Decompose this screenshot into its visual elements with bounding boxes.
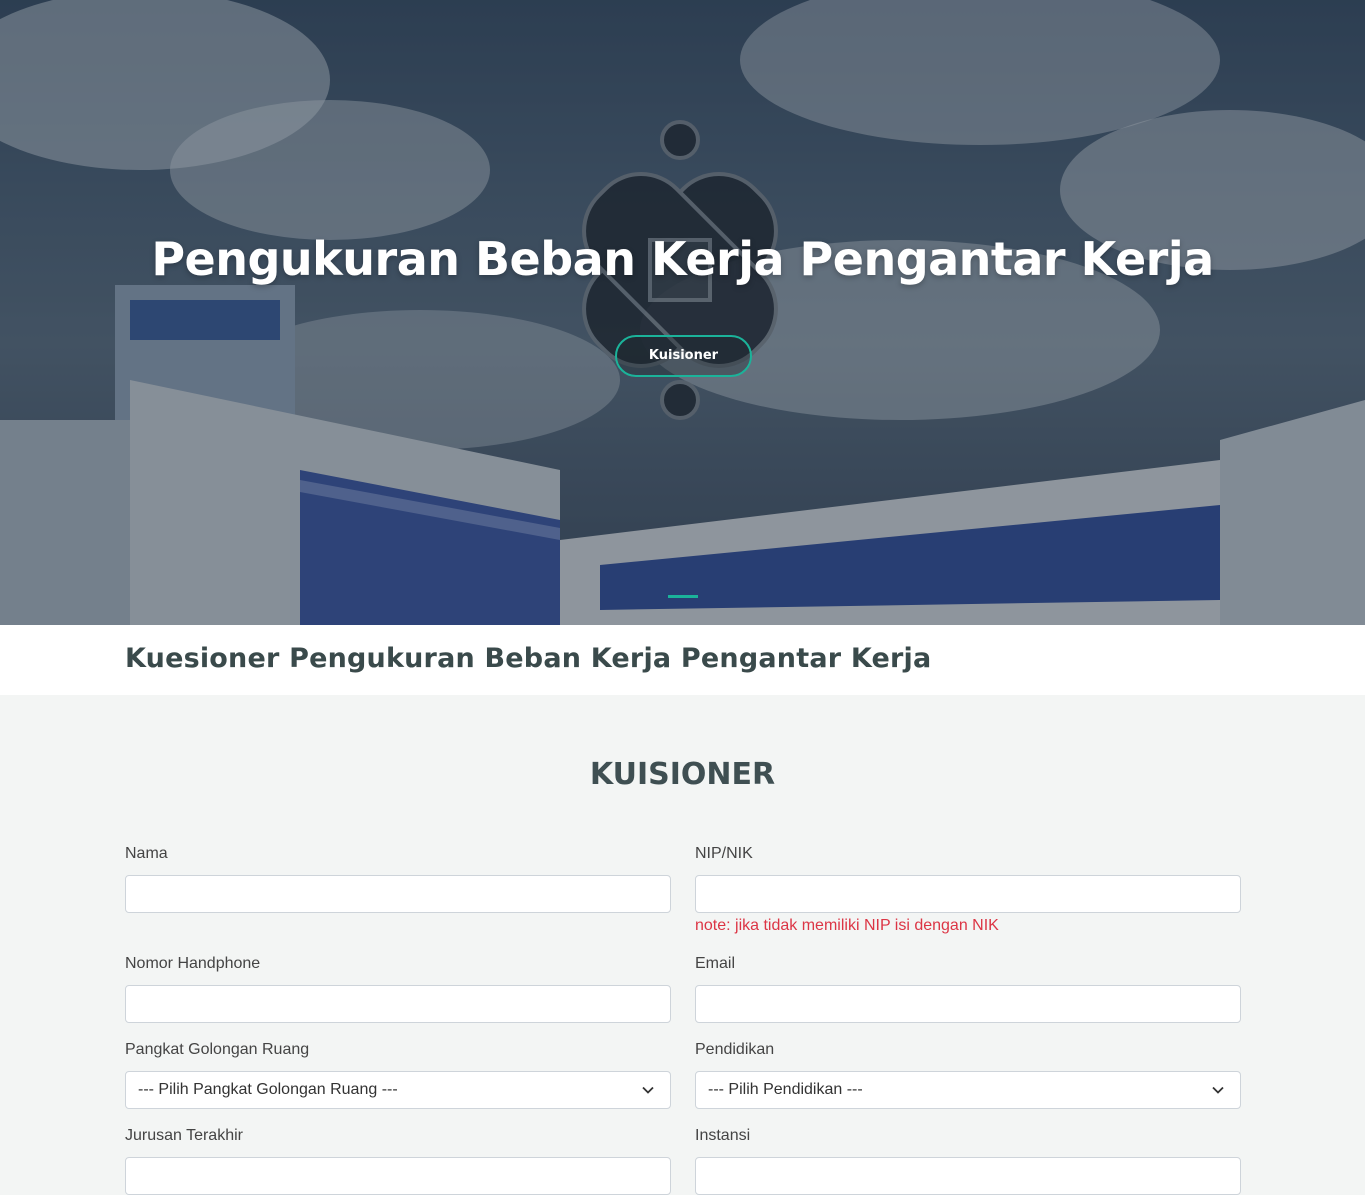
chevron-down-icon [642, 1086, 654, 1094]
nip-note: note: jika tidak memiliki NIP isi dengan… [695, 917, 999, 934]
hp-input[interactable] [125, 985, 671, 1023]
nama-label: Nama [125, 845, 168, 862]
breadcrumb: Kuesioner Pengukuran Beban Kerja Pengant… [0, 625, 1365, 695]
instansi-input[interactable] [695, 1157, 1241, 1195]
email-field-group: Email [695, 955, 1241, 1023]
section-title: KUISIONER [589, 757, 776, 792]
pangkat-field-group: Pangkat Golongan Ruang --- Pilih Pangkat… [125, 1041, 671, 1109]
hp-field-group: Nomor Handphone [125, 955, 671, 1023]
pendidikan-select[interactable]: --- Pilih Pendidikan --- [695, 1071, 1241, 1109]
pendidikan-field-group: Pendidikan --- Pilih Pendidikan --- [695, 1041, 1241, 1109]
hero-overlay [0, 0, 1365, 625]
hero-title: Pengukuran Beban Kerja Pengantar Kerja [151, 232, 1214, 286]
instansi-label: Instansi [695, 1127, 751, 1144]
hp-label: Nomor Handphone [125, 955, 261, 972]
pangkat-selected-value: --- Pilih Pangkat Golongan Ruang --- [138, 1081, 398, 1098]
nama-field-group: Nama [125, 845, 671, 913]
carousel-indicator[interactable] [668, 595, 698, 598]
page-title: Kuesioner Pengukuran Beban Kerja Pengant… [125, 643, 932, 674]
jurusan-field-group: Jurusan Terakhir [125, 1127, 671, 1195]
instansi-field-group: Instansi [695, 1127, 1241, 1195]
email-label: Email [695, 955, 736, 972]
email-input[interactable] [695, 985, 1241, 1023]
nama-input[interactable] [125, 875, 671, 913]
chevron-down-icon [1212, 1086, 1224, 1094]
jurusan-label: Jurusan Terakhir [125, 1127, 243, 1144]
jurusan-input[interactable] [125, 1157, 671, 1195]
kuisioner-button[interactable]: Kuisioner [615, 335, 752, 377]
pangkat-label: Pangkat Golongan Ruang [125, 1041, 310, 1058]
nip-field-group: NIP/NIK note: jika tidak memiliki NIP is… [695, 845, 1241, 935]
nip-input[interactable] [695, 875, 1241, 913]
hero-banner: Pengukuran Beban Kerja Pengantar Kerja K… [0, 0, 1365, 625]
pendidikan-label: Pendidikan [695, 1041, 775, 1058]
pendidikan-selected-value: --- Pilih Pendidikan --- [708, 1081, 863, 1098]
pangkat-select[interactable]: --- Pilih Pangkat Golongan Ruang --- [125, 1071, 671, 1109]
nip-label: NIP/NIK [695, 845, 753, 862]
